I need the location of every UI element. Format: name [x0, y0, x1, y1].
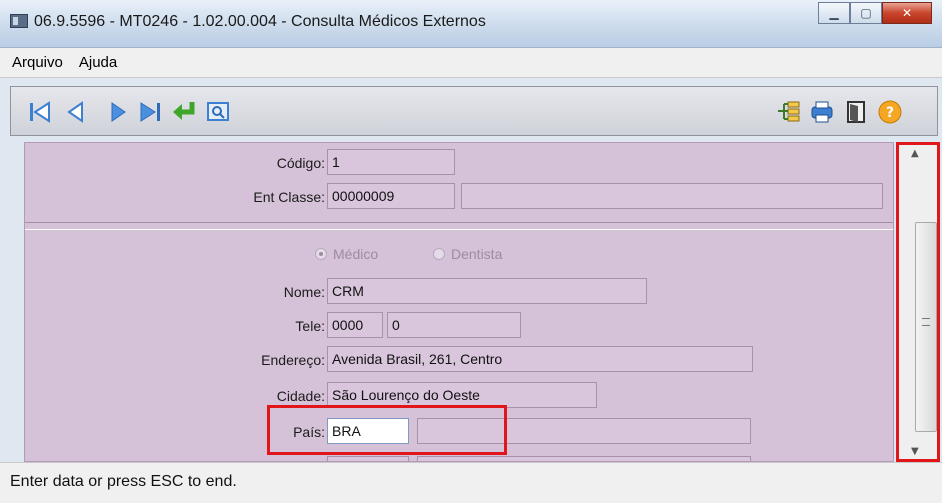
highlight-scrollbar-annotation — [896, 142, 940, 462]
help-button[interactable]: ? — [875, 97, 905, 127]
status-bar: Enter data or press ESC to end. — [0, 462, 942, 503]
tele-ddd-field[interactable]: 0000 — [327, 312, 383, 338]
last-record-button[interactable] — [135, 97, 165, 127]
menu-bar: Arquivo Ajuda — [0, 48, 942, 78]
search-zoom-button[interactable] — [203, 97, 233, 127]
endereco-field[interactable]: Avenida Brasil, 261, Centro — [327, 346, 753, 372]
ent-classe-field[interactable]: 00000009 — [327, 183, 455, 209]
first-record-button[interactable] — [25, 97, 55, 127]
relationship-tree-icon — [778, 101, 800, 122]
header-panel: Código: 1 Ent Classe: 00000009 — [25, 143, 893, 223]
radio-selected-icon — [315, 248, 327, 260]
minimize-button[interactable]: ▁ — [818, 2, 850, 24]
radio-dentista[interactable]: Dentista — [433, 246, 502, 262]
tele-label: Tele: — [295, 318, 325, 334]
endereco-label: Endereço: — [261, 352, 325, 368]
relationship-tree-button[interactable] — [773, 97, 803, 127]
menu-arquivo[interactable]: Arquivo — [12, 54, 63, 71]
previous-record-button[interactable] — [61, 97, 91, 127]
tele-number-field[interactable]: 0 — [387, 312, 521, 338]
window-controls: ▁ ▢ ✕ — [818, 2, 932, 26]
close-icon: ✕ — [901, 6, 913, 20]
print-icon — [811, 101, 833, 123]
maximize-icon: ▢ — [860, 6, 872, 20]
search-zoom-icon — [207, 102, 229, 121]
radio-medico[interactable]: Médico — [315, 246, 378, 262]
ent-classe-label: Ent Classe: — [253, 189, 325, 205]
close-button[interactable]: ✕ — [882, 2, 932, 24]
window-title: 06.9.5596 - MT0246 - 1.02.00.004 - Consu… — [34, 13, 486, 30]
radio-unselected-icon — [433, 248, 445, 260]
application-window: 06.9.5596 - MT0246 - 1.02.00.004 - Consu… — [0, 0, 942, 503]
goto-return-button[interactable] — [169, 97, 199, 127]
radio-medico-label: Médico — [333, 246, 379, 262]
form-area: Código: 1 Ent Classe: 00000009 Médico De… — [24, 142, 894, 462]
exit-button[interactable] — [841, 97, 871, 127]
svg-text:?: ? — [886, 105, 894, 121]
ent-classe-description-field[interactable] — [461, 183, 883, 209]
next-record-icon — [111, 102, 126, 122]
codigo-label: Código: — [276, 155, 325, 171]
first-record-icon — [30, 101, 50, 123]
menu-ajuda[interactable]: Ajuda — [79, 54, 117, 71]
nome-label: Nome: — [283, 284, 325, 300]
radio-dentista-label: Dentista — [451, 246, 503, 262]
highlight-pais-annotation — [267, 405, 507, 455]
nome-field[interactable]: CRM — [327, 278, 647, 304]
goto-return-icon — [173, 102, 195, 120]
status-message: Enter data or press ESC to end. — [10, 473, 237, 490]
help-icon: ? — [878, 100, 902, 124]
app-icon — [10, 14, 28, 28]
next-record-button[interactable] — [103, 97, 133, 127]
title-bar[interactable]: 06.9.5596 - MT0246 - 1.02.00.004 - Consu… — [0, 0, 942, 48]
print-button[interactable] — [807, 97, 837, 127]
maximize-button[interactable]: ▢ — [850, 2, 882, 24]
last-record-icon — [140, 102, 160, 122]
cidade-label: Cidade: — [276, 388, 325, 404]
minimize-icon: ▁ — [829, 6, 839, 20]
codigo-field[interactable]: 1 — [327, 149, 455, 175]
previous-record-icon — [67, 101, 83, 123]
toolbar: ? — [10, 86, 938, 136]
exit-door-icon — [847, 101, 865, 123]
